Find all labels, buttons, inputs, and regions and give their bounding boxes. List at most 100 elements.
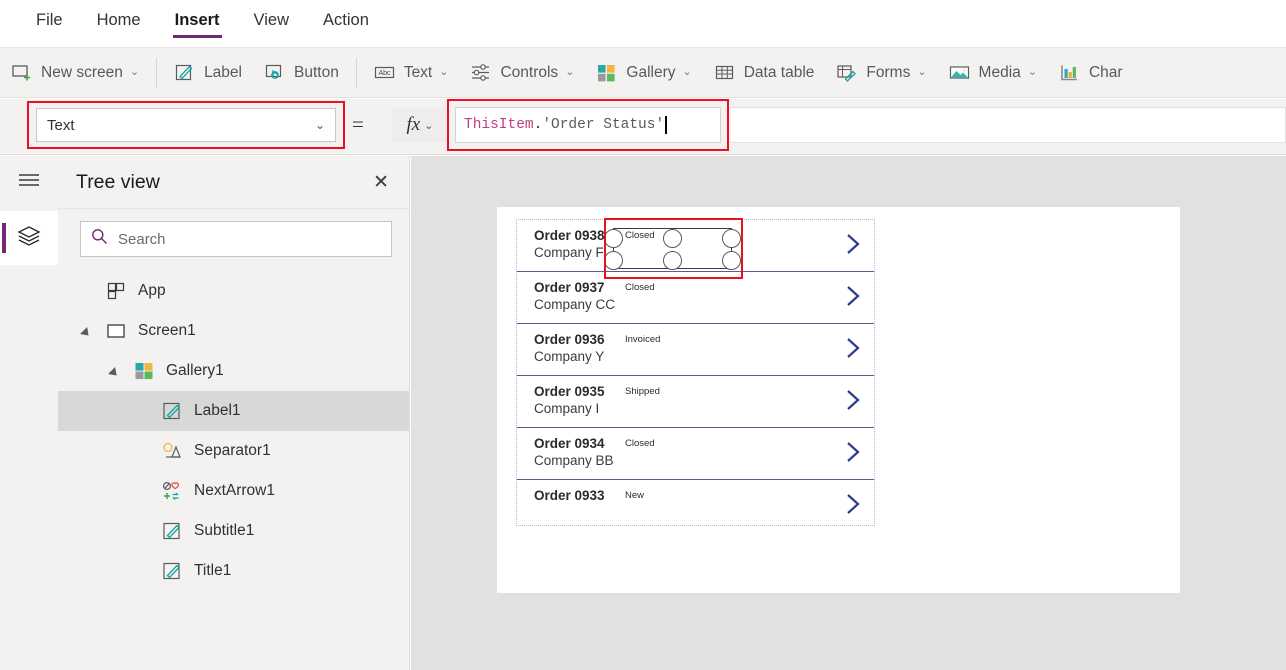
menu-item-file[interactable]: File xyxy=(34,7,65,40)
tree-node-nextarrow1[interactable]: NextArrow1 xyxy=(58,471,409,511)
active-indicator xyxy=(2,223,6,253)
expand-collapse-icon[interactable] xyxy=(110,365,122,377)
resize-handle-bottom-center[interactable] xyxy=(663,251,682,270)
app-icon xyxy=(105,280,127,302)
charts-bar-icon xyxy=(1059,62,1080,83)
order-subtitle: Company F xyxy=(534,245,604,260)
next-arrow-icon[interactable] xyxy=(842,283,864,309)
function-picker-button[interactable]: fx ⌄ xyxy=(392,108,448,142)
order-subtitle: Company BB xyxy=(534,453,614,468)
layers-icon xyxy=(16,224,42,253)
tree-node-screen1[interactable]: Screen1 xyxy=(58,311,409,351)
gallery-row[interactable]: Order 0936 Company Y Invoiced xyxy=(517,324,874,376)
property-dropdown[interactable]: Text ⌄ xyxy=(36,108,336,142)
chevron-down-icon: ⌄ xyxy=(129,66,140,78)
order-status: New xyxy=(625,490,645,501)
tree-node-label: Title1 xyxy=(194,562,232,579)
insert-charts-menu-button[interactable]: Char xyxy=(1048,54,1134,92)
label-icon xyxy=(161,560,183,582)
chevron-down-icon: ⌄ xyxy=(439,66,449,78)
menu-item-home[interactable]: Home xyxy=(95,7,143,40)
new-screen-icon xyxy=(11,62,32,83)
next-arrow-icon[interactable] xyxy=(842,491,864,517)
tree-node-label1[interactable]: Label1 xyxy=(58,391,409,431)
screen-canvas[interactable]: Order 0938 Company F Closed Order 0937 C… xyxy=(497,207,1180,593)
insert-controls-label: Controls xyxy=(500,63,559,81)
resize-handle-bottom-left[interactable] xyxy=(604,251,623,270)
fx-icon: fx xyxy=(406,114,421,135)
formula-token-global: ThisItem xyxy=(464,117,534,133)
tree-node-separator1[interactable]: Separator1 xyxy=(58,431,409,471)
chevron-down-icon: ⌄ xyxy=(424,119,434,132)
insert-label-button[interactable]: Label xyxy=(163,54,253,92)
resize-handle-top-left[interactable] xyxy=(604,229,623,248)
order-title: Order 0933 xyxy=(534,488,605,503)
resize-handle-bottom-right[interactable] xyxy=(722,251,741,270)
next-arrow-icon[interactable] xyxy=(842,387,864,413)
expand-collapse-icon[interactable] xyxy=(82,325,94,337)
screen-icon xyxy=(105,320,127,342)
insert-text-label: Text xyxy=(403,63,433,81)
menu-item-insert[interactable]: Insert xyxy=(172,7,222,40)
data-table-icon xyxy=(714,62,735,83)
insert-data-table-label: Data table xyxy=(743,63,815,81)
close-icon[interactable]: ✕ xyxy=(367,169,395,196)
gallery-icon xyxy=(596,62,617,83)
next-arrow-icon[interactable] xyxy=(842,439,864,465)
tree-node-label: Gallery1 xyxy=(166,362,224,379)
ribbon-group-controls-basic: Label Button xyxy=(163,48,350,97)
resize-handle-top-right[interactable] xyxy=(722,229,741,248)
insert-text-menu-button[interactable]: Abc Text ⌄ xyxy=(363,54,460,92)
order-title: Order 0936 xyxy=(534,332,605,347)
menu-item-action[interactable]: Action xyxy=(321,7,371,40)
gallery-row[interactable]: Order 0935 Company I Shipped xyxy=(517,376,874,428)
powerapps-studio-window: File Home Insert View Action New screen … xyxy=(0,0,1286,670)
gallery-row[interactable]: Order 0933 New xyxy=(517,480,874,525)
tree-view-rail-button[interactable] xyxy=(0,211,58,265)
tree-node-gallery1[interactable]: Gallery1 xyxy=(58,351,409,391)
tree-view-panel: Tree view ✕ Search App Screen1 Gallery1 … xyxy=(58,156,410,670)
insert-label-label: Label xyxy=(204,63,242,81)
tree-view-header: Tree view ✕ xyxy=(58,156,409,209)
chevron-down-icon: ⌄ xyxy=(917,66,927,78)
gallery-row[interactable]: Order 0934 Company BB Closed xyxy=(517,428,874,480)
label-icon xyxy=(161,400,183,422)
gallery-row[interactable]: Order 0937 Company CC Closed xyxy=(517,272,874,324)
order-title: Order 0934 xyxy=(534,436,605,451)
insert-gallery-menu-button[interactable]: Gallery ⌄ xyxy=(585,54,702,92)
hamburger-menu-icon xyxy=(17,171,41,194)
gallery-icon xyxy=(133,360,155,382)
chevron-down-icon: ⌄ xyxy=(565,66,575,78)
formula-token-dot: . xyxy=(533,117,543,133)
tree-node-label: Label1 xyxy=(194,402,241,419)
insert-forms-menu-button[interactable]: Forms ⌄ xyxy=(825,54,937,92)
tree-view-title: Tree view xyxy=(76,170,160,193)
tree-node-subtitle1[interactable]: Subtitle1 xyxy=(58,511,409,551)
formula-input[interactable]: ThisItem. 'Order Status' xyxy=(455,107,721,143)
tree-node-label: Subtitle1 xyxy=(194,522,255,539)
label-icon xyxy=(174,62,195,83)
tree-node-title1[interactable]: Title1 xyxy=(58,551,409,591)
tree-node-app[interactable]: App xyxy=(58,271,409,311)
insert-data-table-button[interactable]: Data table xyxy=(703,54,826,92)
search-input[interactable]: Search xyxy=(80,221,392,257)
menu-item-view[interactable]: View xyxy=(252,7,291,40)
tree-node-label: Screen1 xyxy=(138,322,196,339)
next-arrow-icon[interactable] xyxy=(842,231,864,257)
ribbon-divider xyxy=(156,57,158,88)
tree-node-label: NextArrow1 xyxy=(194,482,275,499)
controls-sliders-icon xyxy=(470,62,491,83)
separator-icon xyxy=(161,440,183,462)
resize-handle-top-center[interactable] xyxy=(663,229,682,248)
next-arrow-icon[interactable] xyxy=(842,335,864,361)
insert-controls-menu-button[interactable]: Controls ⌄ xyxy=(459,54,585,92)
media-image-icon xyxy=(949,62,970,83)
order-subtitle: Company CC xyxy=(534,297,616,312)
new-screen-button[interactable]: New screen ⌄ xyxy=(0,54,150,92)
order-subtitle: Company I xyxy=(534,401,600,416)
formula-input-extension[interactable] xyxy=(731,107,1286,143)
equals-sign: = xyxy=(352,112,364,136)
insert-media-menu-button[interactable]: Media ⌄ xyxy=(938,54,1048,92)
hamburger-menu-button[interactable] xyxy=(0,156,58,208)
insert-button-button[interactable]: Button xyxy=(253,54,350,92)
